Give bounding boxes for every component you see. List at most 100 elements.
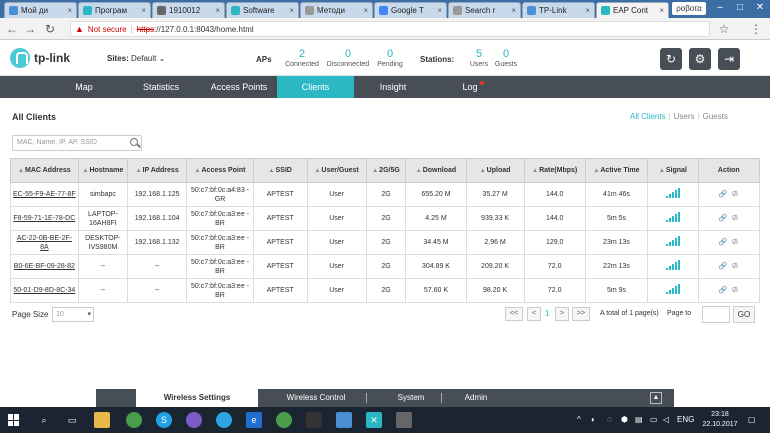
browser-tab[interactable]: 1910012 × — [152, 2, 225, 18]
column-header[interactable]: ▲User/Guest — [306, 158, 367, 183]
cell-mac[interactable]: 50-01-D9-8D-8C-34 — [10, 278, 79, 303]
language-indicator[interactable]: ENG — [677, 415, 694, 424]
skype-icon[interactable]: S — [156, 412, 172, 428]
column-header[interactable]: ▲Signal — [647, 158, 699, 183]
column-header[interactable]: ▲IP Address — [127, 158, 188, 183]
goto-page-input[interactable] — [702, 306, 730, 323]
task-view-icon[interactable]: ▭ — [64, 412, 80, 428]
column-header[interactable]: Action — [697, 158, 761, 183]
clock[interactable]: 23:18 22.10.2017 — [700, 410, 740, 430]
tab-log[interactable]: Log — [432, 76, 508, 98]
gear-icon[interactable]: ⚙ — [689, 48, 711, 70]
browser-user-badge[interactable]: ροβοτα — [672, 2, 706, 15]
reload-icon[interactable]: ↻ — [42, 21, 58, 37]
tray-app-icon[interactable]: ◐ — [591, 415, 596, 424]
refresh-icon[interactable]: ↻ — [660, 48, 682, 70]
page-size-select[interactable]: 10 ▾ — [52, 307, 94, 322]
browser-tab[interactable]: Google T × — [374, 2, 447, 18]
tools-icon[interactable]: ✕ — [366, 412, 382, 428]
cell-mac[interactable]: F8-59-71-1E-78-DC — [10, 206, 79, 231]
logout-icon[interactable]: ⇥ — [718, 48, 740, 70]
link-icon[interactable]: 🔗 — [719, 191, 728, 199]
printer-icon[interactable] — [396, 412, 412, 428]
table-row[interactable]: EC-55-F9-AE-77-8F simbapc 192.168.1.125 50:… — [10, 182, 761, 207]
admin-tab[interactable]: Admin — [446, 389, 506, 407]
search-input[interactable]: MAC, Name, IP, AP, SSID — [12, 135, 142, 151]
tab-close-icon[interactable]: × — [511, 6, 516, 15]
battery-icon[interactable]: ▭ — [650, 415, 658, 424]
forward-icon[interactable]: → — [22, 21, 38, 37]
column-header[interactable]: ▲MAC Address — [10, 158, 79, 183]
block-icon[interactable]: ⊘ — [731, 238, 739, 246]
viber-icon[interactable] — [186, 412, 202, 428]
volume-icon[interactable]: ◁ — [663, 415, 669, 424]
tab-close-icon[interactable]: × — [141, 6, 146, 15]
link-icon[interactable]: 🔗 — [719, 239, 728, 247]
tab-statistics[interactable]: Statistics — [122, 76, 200, 98]
system-tab[interactable]: System — [376, 389, 446, 407]
block-icon[interactable]: ⊘ — [731, 190, 739, 198]
notifications-icon[interactable]: ▢ — [748, 415, 756, 424]
menu-icon[interactable]: ⋮ — [748, 21, 764, 37]
tab-close-icon[interactable]: × — [67, 6, 72, 15]
star-icon[interactable]: ☆ — [716, 21, 732, 37]
link-icon[interactable]: 🔗 — [719, 215, 728, 223]
cell-mac[interactable]: AC-22-0B-BE-2F-8A — [10, 230, 79, 255]
first-page-button[interactable]: << — [505, 307, 523, 321]
browser-tab[interactable]: EAP Cont × — [596, 2, 669, 18]
stations-guests-count[interactable]: 0 — [476, 48, 536, 60]
cell-mac[interactable]: B0-6E-BF-09-28-82 — [10, 254, 79, 279]
tab-close-icon[interactable]: × — [363, 6, 368, 15]
file-explorer-icon[interactable] — [94, 412, 110, 428]
terminal-icon[interactable] — [306, 412, 322, 428]
chrome-icon[interactable] — [126, 412, 142, 428]
tray-sync-icon[interactable]: ◌ — [607, 415, 612, 424]
close-window-icon[interactable]: ✕ — [750, 0, 770, 16]
table-row[interactable]: AC-22-0B-BE-2F-8A DESKTOP-IVS980M 192.168.… — [10, 230, 761, 255]
tray-expand-icon[interactable]: ^ — [577, 415, 581, 424]
tab-clients[interactable]: Clients — [277, 76, 354, 98]
filter-guests[interactable]: Guests — [703, 112, 728, 121]
tab-insight[interactable]: Insight — [354, 76, 432, 98]
block-icon[interactable]: ⊘ — [731, 286, 739, 294]
column-header[interactable]: ▲Rate(Mbps) — [523, 158, 586, 183]
go-button[interactable]: GO — [733, 306, 755, 323]
filter-users[interactable]: Users — [674, 112, 695, 121]
next-page-button[interactable]: > — [555, 307, 569, 321]
tab-close-icon[interactable]: × — [659, 6, 664, 15]
table-row[interactable]: 50-01-D9-8D-8C-34 -- -- 50:c7:bf:0c:a3:ee -… — [10, 278, 761, 303]
tab-access-points[interactable]: Access Points — [200, 76, 278, 98]
tab-close-icon[interactable]: × — [289, 6, 294, 15]
column-header[interactable]: ▲Upload — [465, 158, 525, 183]
column-header[interactable]: ▲Download — [405, 158, 467, 183]
sites-selector[interactable]: Sites: Default ⌄ — [107, 54, 165, 63]
browser-tab[interactable]: Програм × — [78, 2, 151, 18]
link-icon[interactable]: 🔗 — [719, 263, 728, 271]
tab-close-icon[interactable]: × — [437, 6, 442, 15]
column-header[interactable]: ▲SSID — [252, 158, 308, 183]
search-icon[interactable] — [130, 138, 138, 146]
browser-tab[interactable]: TP-Link × — [522, 2, 595, 18]
prev-page-button[interactable]: < — [527, 307, 541, 321]
minimize-icon[interactable]: – — [710, 0, 730, 16]
column-header[interactable]: ▲Hostname — [77, 158, 129, 183]
wireless-settings-tab[interactable]: Wireless Settings — [136, 389, 258, 407]
tab-close-icon[interactable]: × — [585, 6, 590, 15]
browser-tab[interactable]: Software × — [226, 2, 299, 18]
column-header[interactable]: ▲Access Point — [186, 158, 254, 183]
block-icon[interactable]: ⊘ — [731, 214, 739, 222]
block-icon[interactable]: ⊘ — [731, 262, 739, 270]
current-page[interactable]: 1 — [545, 309, 549, 318]
tray-security-icon[interactable]: ⬢ — [621, 415, 628, 424]
url-input[interactable]: ▲ Not secure | https://127.0.0.1:8043/ho… — [70, 21, 710, 37]
browser-tab[interactable]: Методи × — [300, 2, 373, 18]
browser-tab[interactable]: Search r × — [448, 2, 521, 18]
filter-all-clients[interactable]: All Clients — [630, 112, 666, 121]
tab-map[interactable]: Map — [46, 76, 122, 98]
aps-pending-count[interactable]: 0 — [360, 48, 420, 60]
network-icon[interactable]: ▤ — [635, 415, 643, 424]
tab-close-icon[interactable]: × — [215, 6, 220, 15]
back-icon[interactable]: ← — [4, 21, 20, 37]
last-page-button[interactable]: >> — [572, 307, 590, 321]
search-icon[interactable]: ⌕ — [36, 412, 52, 428]
